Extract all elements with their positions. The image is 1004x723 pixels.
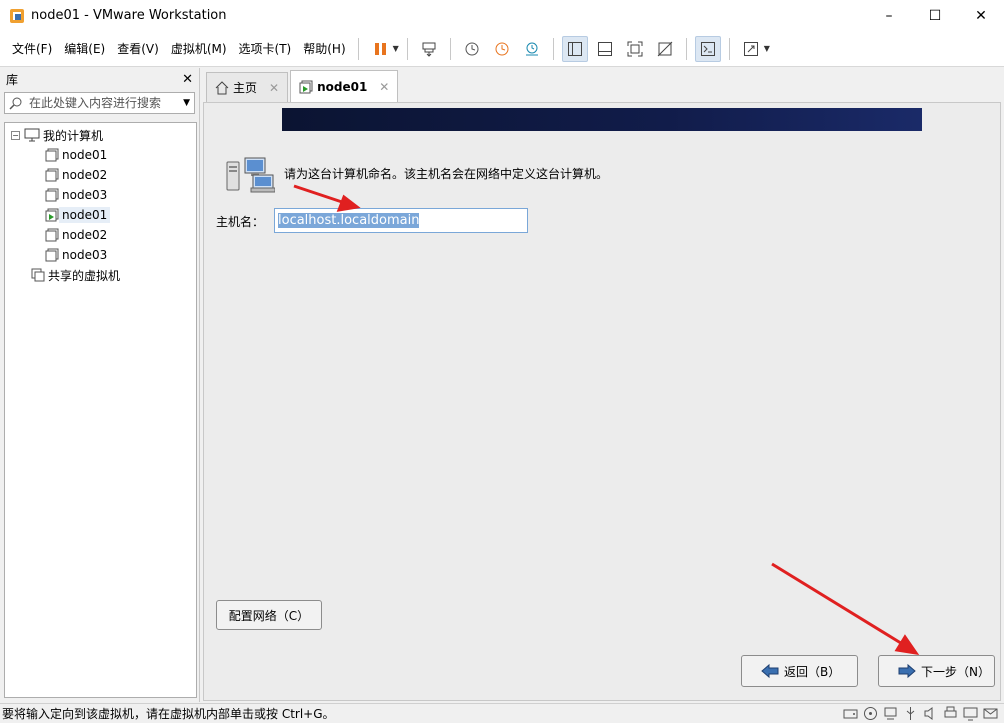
unity-icon[interactable] <box>652 36 678 62</box>
hostname-prompt: 请为这台计算机命名。该主机名会在网络中定义这台计算机。 <box>284 167 609 181</box>
maximize-button[interactable]: ☐ <box>912 0 958 31</box>
snapshot-manager-icon[interactable] <box>519 36 545 62</box>
arrow-right-icon <box>898 663 916 679</box>
menu-toolbar: 文件(F) 编辑(E) 查看(V) 虚拟机(M) 选项卡(T) 帮助(H) ▼ … <box>0 31 1004 67</box>
vm-console[interactable]: 请为这台计算机命名。该主机名会在网络中定义这台计算机。 主机名： localho… <box>203 102 1001 701</box>
status-bar: 要将输入定向到该虚拟机，请在虚拟机内部单击或按 Ctrl+G。 <box>0 703 1004 723</box>
tree-item-vm[interactable]: node03 <box>5 245 196 265</box>
library-view-icon[interactable] <box>561 35 588 62</box>
tree-item-label: node01 <box>59 207 111 223</box>
menu-edit[interactable]: 编辑(E) <box>58 38 111 60</box>
toolbar-separator <box>357 37 359 60</box>
minimize-button[interactable]: – <box>866 0 912 31</box>
usb-icon[interactable] <box>903 706 918 721</box>
tree-item-label: node03 <box>62 248 108 262</box>
tab-home[interactable]: 主页 ✕ <box>206 72 289 102</box>
menu-file[interactable]: 文件(F) <box>6 38 58 60</box>
sound-icon[interactable] <box>923 706 938 721</box>
cd-drive-icon[interactable] <box>863 706 878 721</box>
toolbar-separator <box>406 37 408 60</box>
next-button[interactable]: 下一步（N） <box>878 655 995 687</box>
close-icon[interactable]: ✕ <box>269 81 279 95</box>
close-icon[interactable]: ✕ <box>182 72 193 87</box>
close-button[interactable]: ✕ <box>958 0 1004 31</box>
tab-node01[interactable]: node01 ✕ <box>290 70 399 102</box>
display-icon[interactable] <box>963 706 978 721</box>
back-button[interactable]: 返回（B） <box>741 655 858 687</box>
stretch-guest-icon[interactable] <box>738 36 764 62</box>
tree-item-shared-vms[interactable]: 共享的虚拟机 <box>5 265 196 285</box>
hostname-value: localhost.localdomain <box>278 213 420 228</box>
menu-help[interactable]: 帮助(H) <box>297 38 351 60</box>
toolbar-separator <box>449 37 451 60</box>
tree-item-vm[interactable]: node02 <box>5 165 196 185</box>
menu-tabs[interactable]: 选项卡(T) <box>233 38 298 60</box>
vm-icon <box>45 188 59 202</box>
send-ctrl-alt-del-icon[interactable] <box>416 36 442 62</box>
snapshot-icon[interactable] <box>459 36 485 62</box>
tree-item-vm[interactable]: node01 <box>5 145 196 165</box>
console-view-icon[interactable] <box>694 35 721 62</box>
close-icon[interactable]: ✕ <box>379 80 389 94</box>
hostname-input[interactable]: localhost.localdomain <box>274 208 528 233</box>
tab-label: 主页 <box>233 81 258 95</box>
search-input[interactable] <box>29 96 184 110</box>
status-text: 要将输入定向到该虚拟机，请在虚拟机内部单击或按 Ctrl+G。 <box>2 707 335 721</box>
shared-vms-icon <box>31 268 45 282</box>
vm-icon <box>45 148 59 162</box>
configure-network-button[interactable]: 配置网络（C） <box>216 600 322 630</box>
thumbnail-view-icon[interactable] <box>592 36 618 62</box>
menu-vm[interactable]: 虚拟机(M) <box>165 38 233 60</box>
vm-icon <box>45 248 59 262</box>
menu-view[interactable]: 查看(V) <box>111 38 165 60</box>
tree-item-label: 我的计算机 <box>43 128 104 143</box>
vm-running-icon <box>45 208 59 222</box>
home-icon <box>215 80 229 94</box>
library-panel: 库 ✕ ▼ − 我的计算机 node01 node02 node03 node0… <box>0 68 200 702</box>
tree-item-vm[interactable]: node02 <box>5 225 196 245</box>
next-button-label: 下一步（N） <box>921 664 990 679</box>
toolbar-separator <box>552 37 554 60</box>
tab-label: node01 <box>317 79 368 94</box>
search-icon <box>9 97 22 110</box>
collapse-icon[interactable]: − <box>11 130 20 140</box>
toolbar-separator <box>728 37 730 60</box>
tree-item-label: node03 <box>62 188 108 202</box>
vmware-app-icon <box>9 8 25 24</box>
title-bar: node01 - VMware Workstation – ☐ ✕ <box>0 0 1004 31</box>
window-title: node01 - VMware Workstation <box>31 8 227 23</box>
vm-running-icon <box>299 80 313 93</box>
chevron-down-icon[interactable]: ▼ <box>764 44 770 53</box>
back-button-label: 返回（B） <box>784 664 841 679</box>
printer-icon[interactable] <box>943 706 958 721</box>
toolbar-separator <box>685 37 687 60</box>
installer-banner <box>282 108 922 131</box>
tree-item-label: node02 <box>62 168 108 182</box>
messages-icon[interactable] <box>983 706 998 721</box>
fullscreen-icon[interactable] <box>622 36 648 62</box>
hostname-label: 主机名： <box>216 215 265 229</box>
library-search[interactable]: ▼ <box>4 92 195 114</box>
library-title: 库 <box>6 72 19 87</box>
tree-item-vm-running[interactable]: node01 <box>5 205 196 225</box>
network-computers-icon <box>226 157 275 193</box>
tree-item-label: node01 <box>62 148 108 162</box>
library-tree: − 我的计算机 node01 node02 node03 node01 node… <box>4 122 197 698</box>
tab-strip: 主页 ✕ node01 ✕ <box>202 70 1004 102</box>
computer-icon <box>24 128 40 142</box>
vm-icon <box>45 168 59 182</box>
tree-item-my-computer[interactable]: − 我的计算机 <box>5 125 196 145</box>
tree-item-label: node02 <box>62 228 108 242</box>
tree-item-vm[interactable]: node03 <box>5 185 196 205</box>
revert-snapshot-icon[interactable] <box>489 36 515 62</box>
chevron-down-icon[interactable]: ▼ <box>393 44 399 53</box>
pause-icon[interactable] <box>367 36 393 62</box>
network-adapter-icon[interactable] <box>883 706 898 721</box>
tree-item-label: 共享的虚拟机 <box>48 268 121 283</box>
chevron-down-icon[interactable]: ▼ <box>183 98 190 108</box>
hard-disk-icon[interactable] <box>843 706 858 721</box>
vm-icon <box>45 228 59 242</box>
arrow-left-icon <box>761 663 779 679</box>
